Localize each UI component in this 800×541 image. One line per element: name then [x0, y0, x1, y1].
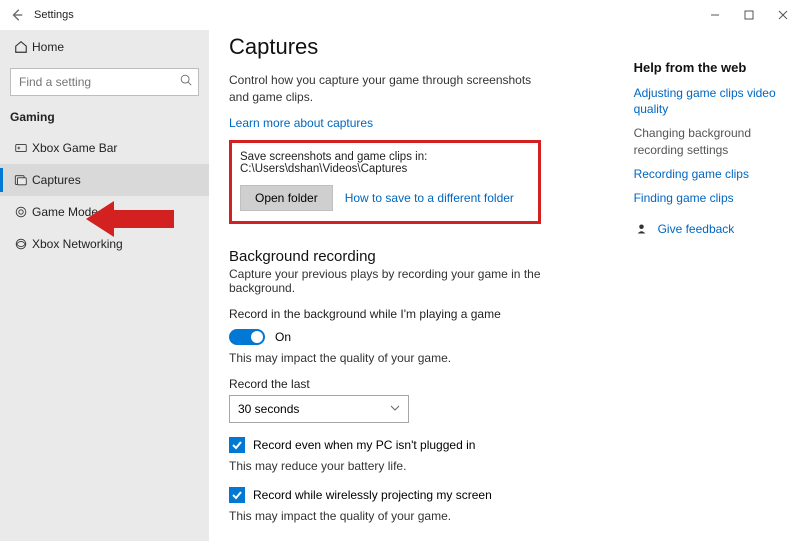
background-recording-desc: Capture your previous plays by recording… — [229, 267, 610, 295]
page-title: Captures — [229, 34, 610, 60]
help-aside: Help from the web Adjusting game clips v… — [634, 30, 782, 541]
sidebar-item-xbox-game-bar[interactable]: Xbox Game Bar — [10, 132, 199, 164]
search-wrap — [10, 68, 199, 96]
toggle-state-text: On — [275, 330, 291, 344]
close-button[interactable] — [766, 0, 800, 30]
checkbox-record-projecting[interactable] — [229, 487, 245, 503]
save-path-text: Save screenshots and game clips in: C:\U… — [240, 151, 528, 175]
projecting-note: This may impact the quality of your game… — [229, 509, 610, 523]
learn-more-link[interactable]: Learn more about captures — [229, 116, 610, 130]
sidebar: Home Gaming Xbox Game Bar Captures Game … — [0, 30, 209, 541]
sidebar-section-header: Gaming — [10, 110, 199, 124]
checkmark-icon — [231, 489, 243, 501]
save-location-block: Save screenshots and game clips in: C:\U… — [229, 140, 541, 224]
maximize-icon — [744, 10, 754, 20]
checkbox-record-unplugged[interactable] — [229, 437, 245, 453]
checkmark-icon — [231, 439, 243, 451]
record-last-value: 30 seconds — [238, 402, 299, 416]
window-controls — [698, 0, 800, 30]
sidebar-item-xbox-networking[interactable]: Xbox Networking — [10, 228, 199, 260]
help-link-finding-clips[interactable]: Finding game clips — [634, 190, 782, 206]
home-nav[interactable]: Home — [10, 30, 199, 64]
sidebar-item-label: Xbox Game Bar — [32, 141, 117, 155]
networking-icon — [10, 237, 32, 251]
gamemode-icon — [10, 205, 32, 219]
checkbox-unplugged-label: Record even when my PC isn't plugged in — [253, 438, 475, 452]
main-content: Captures Control how you capture your ga… — [229, 30, 610, 541]
page-description: Control how you capture your game throug… — [229, 72, 539, 106]
title-bar: Settings — [0, 0, 800, 30]
checkbox-projecting-label: Record while wirelessly projecting my sc… — [253, 488, 492, 502]
minimize-icon — [710, 10, 720, 20]
help-text-changing-bg: Changing background recording settings — [634, 125, 782, 157]
battery-note: This may reduce your battery life. — [229, 459, 610, 473]
back-arrow-icon — [10, 8, 24, 22]
window-title: Settings — [34, 9, 74, 21]
sidebar-item-label: Game Mode — [32, 205, 98, 219]
close-icon — [778, 10, 788, 20]
record-last-label: Record the last — [229, 377, 610, 391]
help-link-recording-clips[interactable]: Recording game clips — [634, 166, 782, 182]
sidebar-item-label: Captures — [32, 173, 81, 187]
sidebar-item-captures[interactable]: Captures — [0, 164, 209, 196]
open-folder-button[interactable]: Open folder — [240, 185, 333, 211]
record-last-select[interactable]: 30 seconds — [229, 395, 409, 423]
bg-toggle-caption: Record in the background while I'm playi… — [229, 307, 610, 321]
home-icon — [10, 40, 32, 54]
sidebar-item-game-mode[interactable]: Game Mode — [10, 196, 199, 228]
give-feedback-link[interactable]: Give feedback — [634, 222, 782, 236]
maximize-button[interactable] — [732, 0, 766, 30]
minimize-button[interactable] — [698, 0, 732, 30]
feedback-label: Give feedback — [658, 222, 735, 236]
bg-quality-note: This may impact the quality of your game… — [229, 351, 610, 365]
how-to-save-link[interactable]: How to save to a different folder — [345, 191, 514, 205]
help-link-adjust-quality[interactable]: Adjusting game clips video quality — [634, 85, 782, 117]
background-recording-heading: Background recording — [229, 248, 610, 265]
back-button[interactable] — [6, 4, 28, 26]
chevron-down-icon — [390, 402, 400, 416]
search-input[interactable] — [10, 68, 199, 96]
search-icon — [179, 73, 193, 90]
gamebar-icon — [10, 141, 32, 155]
background-record-toggle[interactable] — [229, 329, 265, 345]
home-label: Home — [32, 40, 64, 54]
feedback-icon — [634, 223, 652, 235]
sidebar-item-label: Xbox Networking — [32, 237, 123, 251]
captures-icon — [10, 173, 32, 187]
help-heading: Help from the web — [634, 60, 782, 75]
